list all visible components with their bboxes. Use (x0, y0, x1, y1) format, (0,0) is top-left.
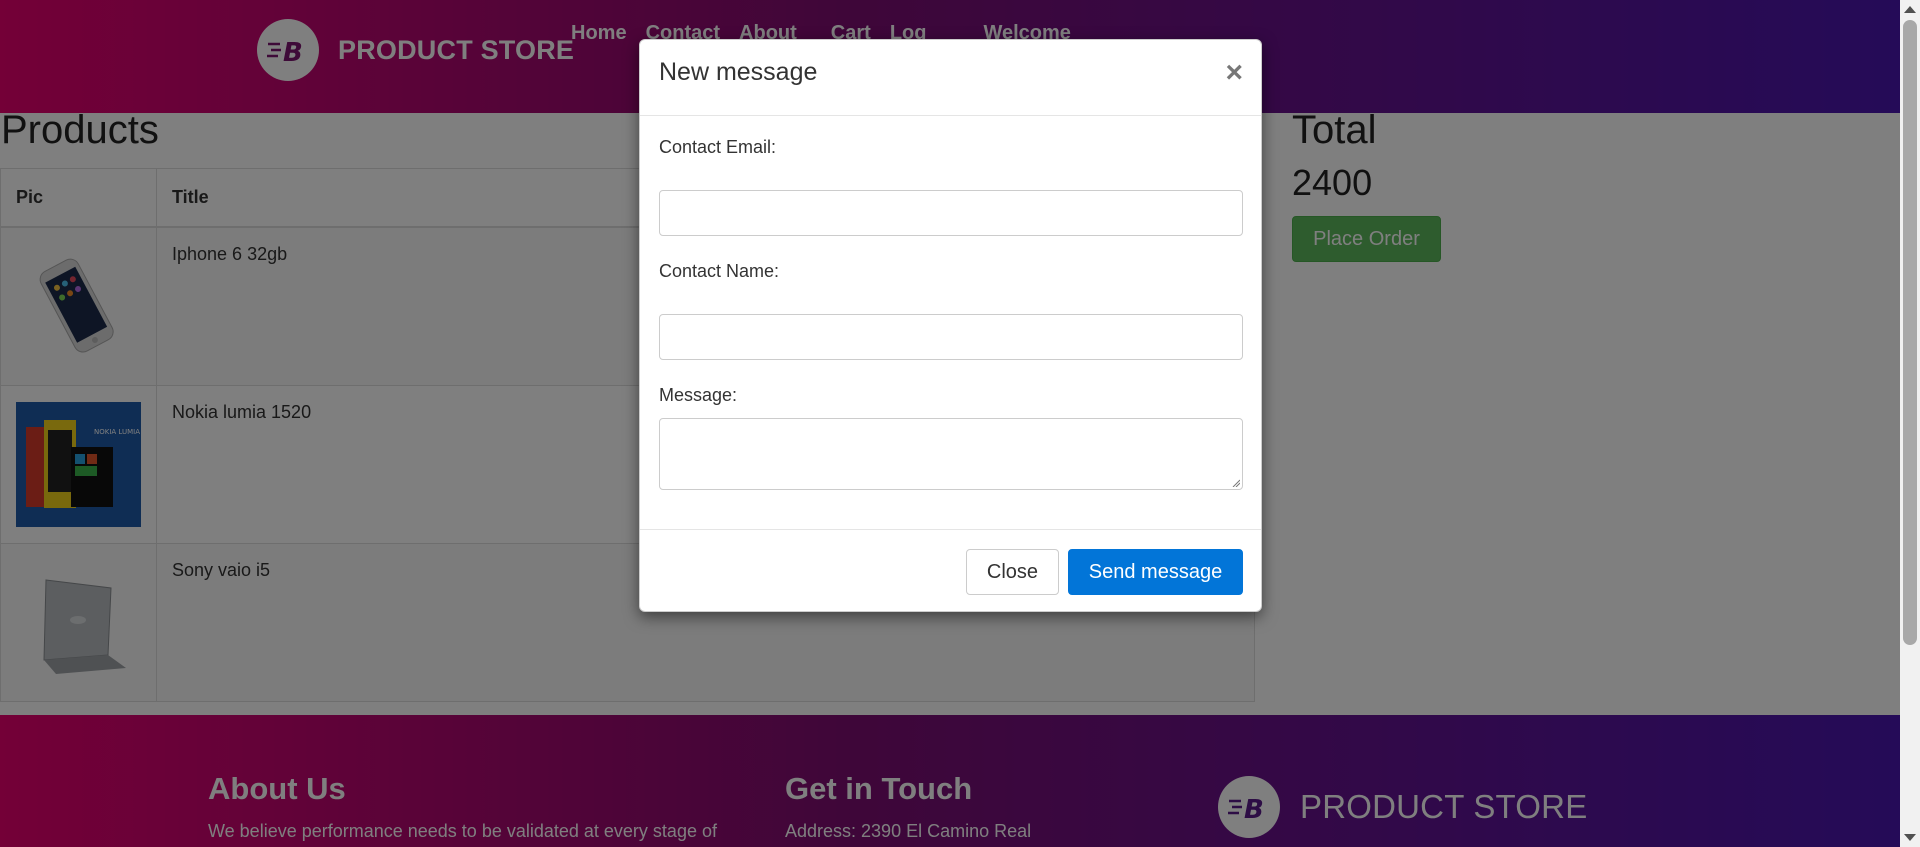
scrollbar-thumb[interactable] (1903, 20, 1917, 645)
contact-name-input[interactable] (659, 314, 1243, 360)
modal-title: New message (659, 58, 818, 86)
message-label: Message: (659, 385, 738, 405)
send-message-button[interactable]: Send message (1068, 549, 1243, 595)
new-message-modal: New message × Contact Email: Contact Nam… (639, 39, 1262, 612)
modal-footer: Close Send message (640, 529, 1261, 613)
contact-email-input[interactable] (659, 190, 1243, 236)
close-button[interactable]: Close (966, 549, 1059, 595)
message-textarea[interactable] (659, 418, 1243, 490)
modal-header: New message × (640, 40, 1261, 116)
page-scrollbar[interactable] (1900, 0, 1920, 847)
close-icon[interactable]: × (1225, 58, 1243, 88)
resize-grip-icon[interactable] (1232, 479, 1240, 487)
contact-email-label: Contact Email: (659, 137, 777, 157)
scroll-up-icon[interactable] (1904, 6, 1916, 13)
contact-name-label: Contact Name: (659, 261, 780, 281)
scroll-down-icon[interactable] (1904, 834, 1916, 841)
